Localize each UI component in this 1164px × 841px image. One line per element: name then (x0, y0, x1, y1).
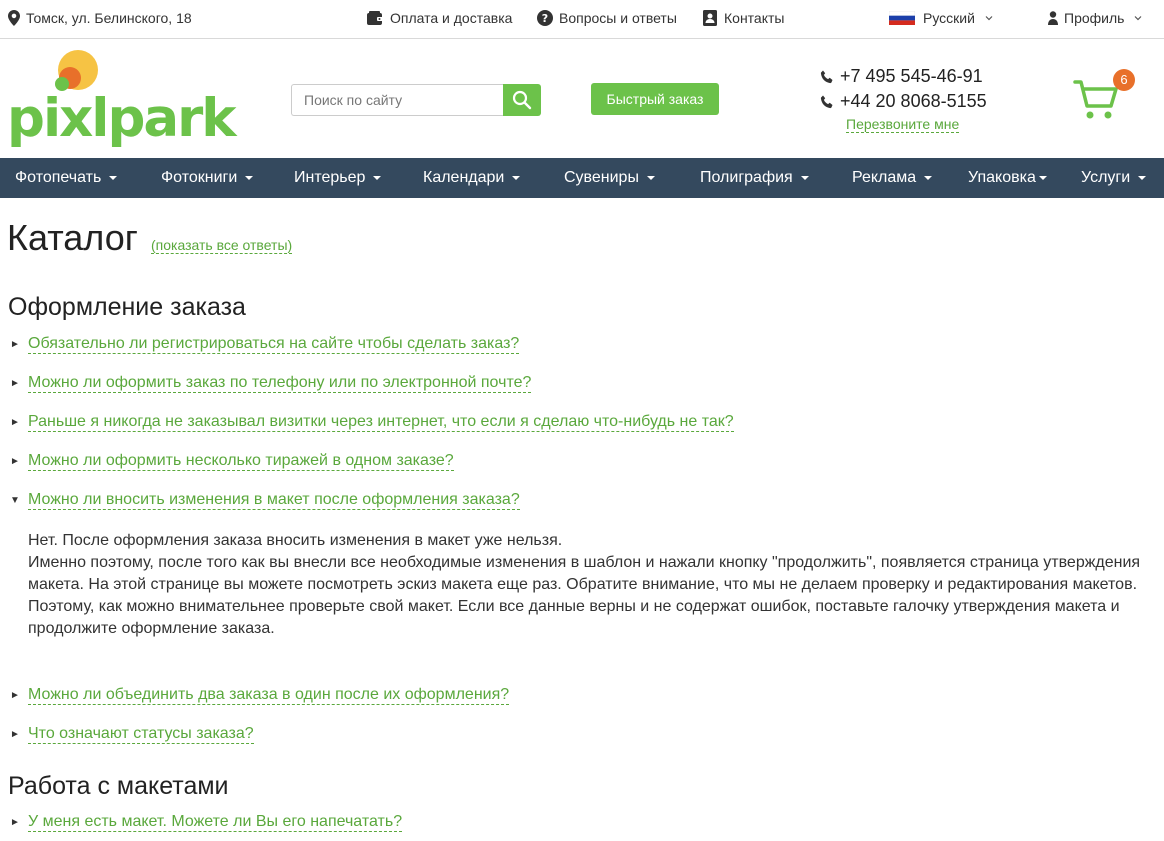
nav-item-advertising[interactable]: Реклама (852, 158, 933, 198)
nav-item-label: Сувениры (564, 169, 639, 186)
callback-link[interactable]: Перезвоните мне (846, 116, 960, 133)
faq-answer-line: Нет. После оформления заказа вносить изм… (28, 532, 563, 549)
faq-link-label: Вопросы и ответы (559, 10, 677, 26)
phone-ru-text: +7 495 545-46-91 (840, 66, 983, 86)
section-title-layouts: Работа с макетами (8, 772, 229, 800)
logo-text: pixlpark (7, 88, 237, 149)
faq-question-text: Можно ли оформить заказ по телефону или … (28, 374, 532, 393)
payment-link[interactable]: Оплата и доставка (367, 10, 512, 26)
top-bar: Томск, ул. Белинского, 18 Оплата и доста… (0, 0, 1164, 39)
nav-item-packaging[interactable]: Упаковка (968, 158, 1047, 198)
svg-text:?: ? (542, 12, 548, 25)
nav-item-calendars[interactable]: Календари (423, 158, 521, 198)
faq-question[interactable]: ► Обязательно ли регистрироваться на сайт… (10, 335, 520, 354)
nav-item-label: Упаковка (968, 169, 1036, 186)
triangle-right-icon: ► (10, 690, 20, 701)
caret-down-icon (924, 175, 933, 180)
user-icon (1048, 11, 1058, 25)
nav-item-photobooks[interactable]: Фотокниги (161, 158, 254, 198)
phone-icon (820, 70, 833, 83)
language-label: Русский (923, 10, 975, 26)
triangle-down-icon: ▼ (10, 495, 20, 506)
chevron-down-icon (985, 16, 993, 21)
location-pin-icon (8, 10, 20, 26)
show-all-answers-link[interactable]: (показать все ответы) (151, 237, 293, 254)
nav-item-label: Календари (423, 169, 505, 186)
section-title-ordering: Оформление заказа (8, 293, 246, 321)
faq-question-text: Можно ли вносить изменения в макет после… (28, 491, 520, 510)
payment-link-label: Оплата и доставка (390, 10, 513, 26)
russia-flag-icon (889, 11, 915, 25)
search-icon (512, 90, 532, 110)
language-selector[interactable]: Русский (889, 10, 993, 26)
search-input[interactable] (291, 84, 504, 116)
faq-answer: Нет. После оформления заказа вносить изм… (28, 530, 1148, 640)
nav-item-souvenirs[interactable]: Сувениры (564, 158, 655, 198)
logo[interactable]: pixlpark (7, 50, 237, 150)
caret-down-icon (245, 175, 254, 180)
address[interactable]: Томск, ул. Белинского, 18 (8, 10, 192, 26)
main-nav: Фотопечать Фотокниги Интерьер Календари … (0, 158, 1164, 198)
faq-question-expanded[interactable]: ▼ Можно ли вносить изменения в макет посл… (10, 491, 520, 510)
contacts-link-label: Контакты (724, 10, 785, 26)
triangle-right-icon: ► (10, 417, 20, 428)
phone-icon (820, 95, 833, 108)
triangle-right-icon: ► (10, 378, 20, 389)
profile-label: Профиль (1064, 10, 1125, 26)
caret-down-icon (373, 175, 382, 180)
question-circle-icon: ? (537, 10, 553, 26)
search-button[interactable] (503, 84, 541, 116)
faq-question-text: У меня есть макет. Можете ли Вы его напе… (28, 813, 403, 832)
faq-question-text: Раньше я никогда не заказывал визитки че… (28, 413, 734, 432)
search-form (291, 84, 541, 116)
cart-count-badge: 6 (1113, 69, 1135, 91)
phone-ru[interactable]: +7 495 545-46-91 (820, 64, 987, 89)
profile-menu[interactable]: Профиль (1048, 10, 1142, 26)
faq-question[interactable]: ► У меня есть макет. Можете ли Вы его нап… (10, 813, 403, 832)
nav-item-label: Услуги (1081, 169, 1131, 186)
faq-question[interactable]: ► Что означают статусы заказа? (10, 725, 254, 744)
contacts-link[interactable]: Контакты (702, 10, 784, 26)
phone-uk-text: +44 20 8068-5155 (840, 91, 987, 111)
caret-down-icon (512, 175, 521, 180)
shopping-cart-icon (1073, 80, 1118, 119)
nav-item-interior[interactable]: Интерьер (294, 158, 382, 198)
phone-uk[interactable]: +44 20 8068-5155 (820, 89, 987, 114)
faq-question[interactable]: ► Раньше я никогда не заказывал визитки ч… (10, 413, 734, 432)
caret-down-icon (646, 175, 655, 180)
nav-item-label: Реклама (852, 169, 917, 186)
faq-answer-line: Именно поэтому, после того как вы внесли… (28, 554, 1141, 637)
faq-link[interactable]: ? Вопросы и ответы (537, 10, 677, 26)
faq-question[interactable]: ► Можно ли оформить заказ по телефону или… (10, 374, 532, 393)
caret-down-icon (1138, 175, 1147, 180)
page-title: Каталог (7, 217, 138, 258)
nav-item-label: Фотокниги (161, 169, 238, 186)
triangle-right-icon: ► (10, 339, 20, 350)
cart[interactable]: 6 (1073, 69, 1143, 122)
caret-down-icon (109, 175, 118, 180)
nav-item-printing[interactable]: Полиграфия (700, 158, 809, 198)
faq-question-text: Можно ли объединить два заказа в один по… (28, 686, 510, 705)
quick-order-button[interactable]: Быстрый заказ (591, 83, 719, 115)
faq-question[interactable]: ► Можно ли объединить два заказа в один п… (10, 686, 510, 705)
faq-question-text: Обязательно ли регистрироваться на сайте… (28, 335, 520, 354)
triangle-right-icon: ► (10, 729, 20, 740)
nav-item-label: Интерьер (294, 169, 366, 186)
faq-question-text: Можно ли оформить несколько тиражей в од… (28, 452, 454, 471)
nav-item-label: Фотопечать (15, 169, 102, 186)
address-book-icon (703, 10, 717, 26)
phones-block: +7 495 545-46-91 +44 20 8068-5155 Перезв… (820, 64, 987, 133)
address-text: Томск, ул. Белинского, 18 (26, 10, 192, 26)
triangle-right-icon: ► (10, 456, 20, 467)
nav-item-label: Полиграфия (700, 169, 793, 186)
nav-item-photoprint[interactable]: Фотопечать (15, 158, 118, 198)
faq-question-text: Что означают статусы заказа? (28, 725, 254, 744)
faq-question[interactable]: ► Можно ли оформить несколько тиражей в о… (10, 452, 454, 471)
caret-down-icon (1038, 175, 1047, 180)
wallet-icon (367, 11, 384, 25)
nav-item-services[interactable]: Услуги (1081, 158, 1147, 198)
caret-down-icon (800, 175, 809, 180)
triangle-right-icon: ► (10, 817, 20, 828)
chevron-down-icon (1135, 16, 1142, 21)
